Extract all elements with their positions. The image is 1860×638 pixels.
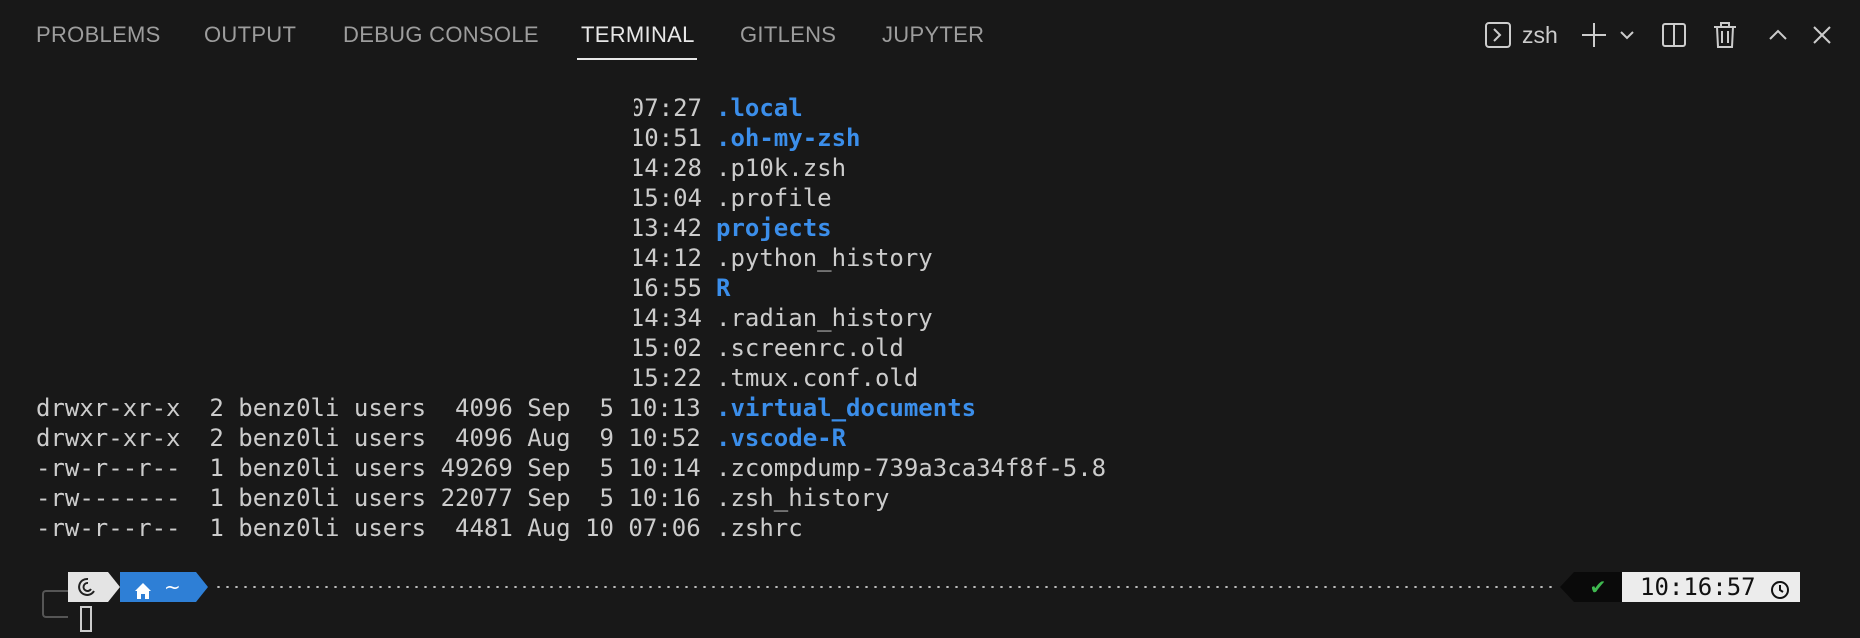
- ls-line-meta: -rw-r--r-- 1 benz0li users 49269 Sep 5 1…: [36, 454, 716, 482]
- file-entry-name: .screenrc.old: [716, 334, 904, 362]
- line-time: 15:02: [634, 334, 702, 362]
- dir-entry-name: .local: [716, 94, 803, 122]
- file-entry-name: .zshrc: [716, 514, 803, 542]
- dir-entry-name: .virtual_documents: [716, 394, 977, 422]
- terminal-cursor: [80, 606, 92, 632]
- prompt-separator: [1560, 572, 1574, 602]
- tab-terminal[interactable]: TERMINAL: [581, 22, 695, 48]
- ls-line-meta: -rw------- 1 benz0li users 22077 Sep 5 1…: [36, 484, 716, 512]
- file-entry-name: .p10k.zsh: [716, 154, 847, 182]
- ls-line-meta: -rw-r--r-- 1 benz0li users 4481 Aug 10 0…: [36, 514, 716, 542]
- tab-debug-console[interactable]: DEBUG CONSOLE: [343, 22, 539, 48]
- line-time: 07:27: [634, 94, 702, 122]
- ls-line-meta: drwxr-xr-x 2 benz0li users 4096 Sep 5 10…: [36, 394, 716, 422]
- chevron-down-icon: [1618, 26, 1636, 44]
- line-time: 14:34: [634, 304, 702, 332]
- split-icon: [1660, 21, 1688, 49]
- file-entry-name: .zcompdump-739a3ca34f8f-5.8: [716, 454, 1107, 482]
- chevron-up-icon: [1766, 23, 1790, 47]
- plus-icon: [1580, 21, 1608, 49]
- home-icon: [134, 578, 152, 608]
- panel-tab-bar: PROBLEMS OUTPUT DEBUG CONSOLE TERMINAL G…: [0, 0, 1860, 72]
- file-entry-name: .radian_history: [716, 304, 933, 332]
- trash-icon: [1712, 21, 1738, 49]
- terminal-panel: PROBLEMS OUTPUT DEBUG CONSOLE TERMINAL G…: [0, 0, 1860, 638]
- active-tab-indicator: [577, 58, 697, 60]
- split-terminal-button[interactable]: [1660, 18, 1688, 52]
- maximize-panel-button[interactable]: [1766, 18, 1790, 52]
- dir-entry-name: .vscode-R: [716, 424, 847, 452]
- terminal-output[interactable]: 07:27 .local 10:51 .oh-my-zsh 14:28 .p10…: [0, 72, 1860, 638]
- file-entry-name: .profile: [716, 184, 832, 212]
- prompt-dir-segment: ~: [120, 572, 196, 602]
- line-time: 14:12: [634, 244, 702, 272]
- clock-icon: [1770, 577, 1790, 607]
- prompt-time: 10:16:57: [1640, 573, 1756, 601]
- prompt-dir: ~: [164, 575, 181, 599]
- prompt-status-ok: ✔: [1574, 572, 1622, 602]
- prompt-os-segment: [68, 572, 108, 602]
- shell-name: zsh: [1522, 21, 1558, 48]
- new-terminal-button[interactable]: [1580, 18, 1608, 52]
- prompt-time-segment: 10:16:57: [1622, 572, 1800, 602]
- line-time: 16:55: [634, 274, 702, 302]
- terminal-icon: [1484, 21, 1512, 49]
- ls-line-meta: drwxr-xr-x 2 benz0li users 4096 Aug 9 10…: [36, 424, 716, 452]
- shell-selector[interactable]: zsh: [1484, 18, 1558, 52]
- close-panel-button[interactable]: [1810, 18, 1834, 52]
- launch-profile-dropdown[interactable]: [1618, 18, 1636, 52]
- file-entry-name: .python_history: [716, 244, 933, 272]
- tab-problems[interactable]: PROBLEMS: [36, 22, 161, 48]
- line-time: 14:28: [634, 154, 702, 182]
- line-time: 10:51: [634, 124, 702, 152]
- dir-entry-name: projects: [716, 214, 832, 242]
- line-time: 15:22: [634, 364, 702, 392]
- close-icon: [1810, 23, 1834, 47]
- line-time: 13:42: [634, 214, 702, 242]
- kill-terminal-button[interactable]: [1712, 18, 1738, 52]
- prompt-separator: [196, 572, 208, 602]
- line-time: 15:04: [634, 184, 702, 212]
- tab-output[interactable]: OUTPUT: [204, 22, 296, 48]
- command-decoration[interactable]: [42, 590, 68, 618]
- prompt-filler-dots: [214, 586, 1554, 588]
- tab-gitlens[interactable]: GITLENS: [740, 22, 836, 48]
- file-entry-name: .tmux.conf.old: [716, 364, 919, 392]
- file-entry-name: .zsh_history: [716, 484, 890, 512]
- dir-entry-name: R: [716, 274, 731, 302]
- tab-jupyter[interactable]: JUPYTER: [882, 22, 984, 48]
- dir-entry-name: .oh-my-zsh: [716, 124, 861, 152]
